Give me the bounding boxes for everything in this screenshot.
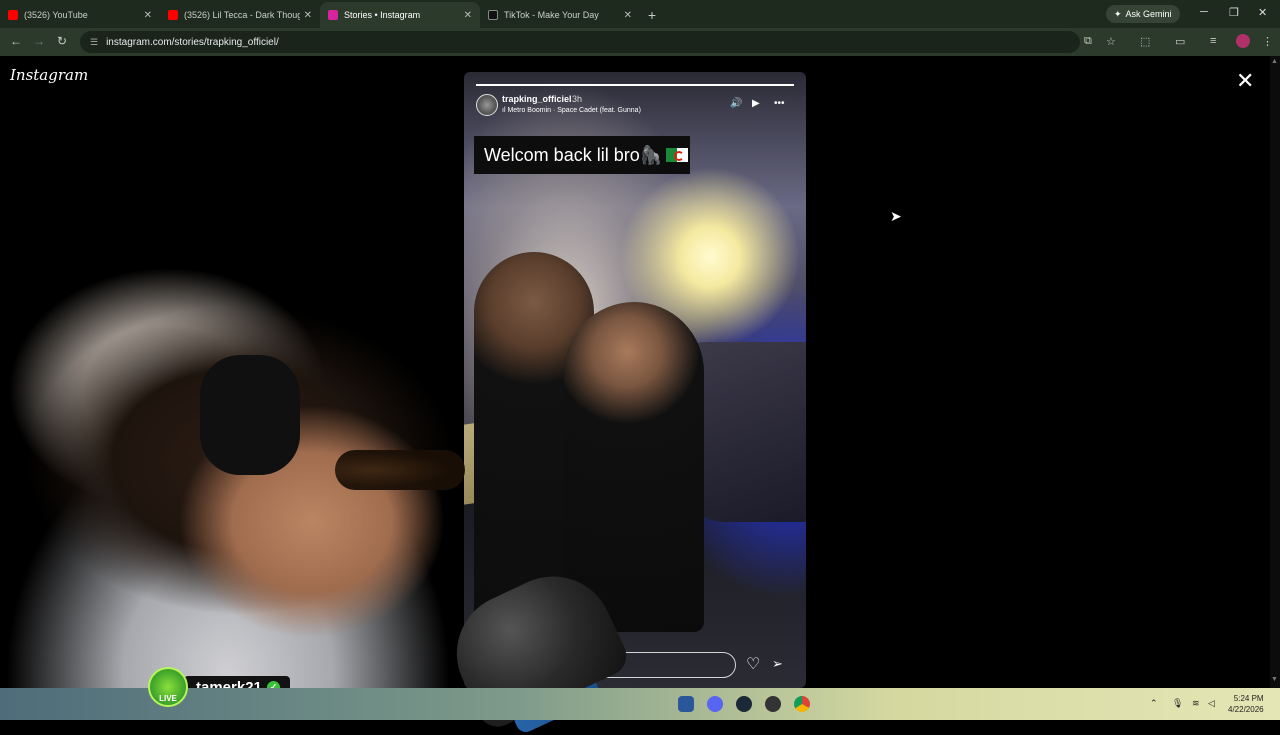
algeria-flag-icon	[666, 148, 689, 162]
browser-toolbar: ← → ↻ ☰ instagram.com/stories/trapking_o…	[0, 28, 1280, 56]
close-tab-icon[interactable]: ✕	[464, 10, 472, 21]
more-options-icon[interactable]: •••	[774, 98, 785, 109]
site-info-icon[interactable]: ☰	[90, 37, 98, 48]
ask-gemini-button[interactable]: ✦ Ask Gemini	[1106, 5, 1180, 23]
volume-icon[interactable]: ◁	[1208, 698, 1215, 709]
like-heart-icon[interactable]: ♡	[746, 654, 760, 674]
cast-icon[interactable]: ▭	[1175, 35, 1185, 48]
taskbar-clock[interactable]: 5:24 PM 4/22/2026	[1228, 693, 1264, 715]
restore-icon[interactable]: ❐	[1229, 6, 1239, 19]
steam-app-icon[interactable]	[736, 696, 752, 712]
story-time: 3h	[572, 94, 583, 104]
tab-lil-tecca[interactable]: (3526) Lil Tecca - Dark Thoughts ✕	[160, 2, 320, 28]
tray-chevron-icon[interactable]: ⌃	[1150, 698, 1158, 709]
install-app-icon[interactable]: ⧉	[1084, 35, 1092, 48]
story-caption-box: Welcom back lil bro🦍	[474, 136, 690, 174]
webcam-headset	[200, 355, 300, 475]
play-icon[interactable]: ▶	[752, 98, 760, 109]
tab-strip: (3526) YouTube ✕ (3526) Lil Tecca - Dark…	[0, 0, 1280, 28]
tab-title: (3526) YouTube	[24, 10, 88, 20]
send-message-icon[interactable]: ➢	[772, 656, 783, 672]
webcam-sunglasses	[335, 450, 465, 490]
tab-tiktok[interactable]: TikTok - Make Your Day ✕	[480, 2, 640, 28]
close-tab-icon[interactable]: ✕	[304, 10, 312, 21]
story-caption-text: Welcom back lil bro🦍	[484, 144, 663, 165]
word-app-icon[interactable]	[678, 696, 694, 712]
gemini-sparkle-icon: ✦	[1114, 8, 1122, 19]
clock-time: 5:24 PM	[1233, 694, 1264, 703]
address-bar[interactable]: ☰ instagram.com/stories/trapking_officie…	[80, 31, 1080, 53]
instagram-icon	[328, 10, 338, 20]
tab-title: TikTok - Make Your Day	[504, 10, 599, 20]
youtube-icon	[8, 10, 18, 20]
live-badge: LIVE	[148, 667, 188, 707]
story-progress-fill	[476, 84, 794, 86]
music-bars-icon: ıl	[502, 107, 506, 114]
minimize-icon[interactable]: ─	[1200, 6, 1208, 18]
story-user-avatar[interactable]	[476, 94, 498, 116]
tray-mic-icon[interactable]: 🎙	[1172, 698, 1183, 709]
url-text: instagram.com/stories/trapking_officiel/	[106, 36, 279, 48]
tab-title: Stories • Instagram	[344, 10, 421, 20]
profile-avatar[interactable]	[1236, 34, 1250, 48]
ask-gemini-label: Ask Gemini	[1125, 9, 1172, 19]
youtube-icon	[168, 10, 178, 20]
obs-app-icon[interactable]	[765, 696, 781, 712]
extensions-icon[interactable]: ⬚	[1140, 35, 1150, 48]
new-tab-button[interactable]: +	[640, 2, 664, 28]
tab-instagram-stories[interactable]: Stories • Instagram ✕	[320, 2, 480, 28]
mouse-cursor-icon: ➤	[890, 208, 902, 224]
mute-icon[interactable]: 🔊	[730, 98, 742, 109]
story-progress-bar	[476, 84, 794, 86]
window-close-icon[interactable]: ✕	[1258, 6, 1267, 19]
story-username[interactable]: trapking_officiel	[502, 94, 572, 104]
close-story-button[interactable]: ✕	[1236, 70, 1254, 92]
windows-taskbar: ⌃ 🎙 ≋ ◁ 5:24 PM 4/22/2026	[0, 688, 1280, 720]
bookmark-star-icon[interactable]: ☆	[1106, 35, 1116, 48]
close-tab-icon[interactable]: ✕	[144, 10, 152, 21]
discord-app-icon[interactable]	[707, 696, 723, 712]
menu-kebab-icon[interactable]: ⋮	[1262, 35, 1273, 48]
tiktok-icon	[488, 10, 498, 20]
chrome-app-icon[interactable]	[794, 696, 810, 712]
tab-youtube[interactable]: (3526) YouTube ✕	[0, 2, 160, 28]
wifi-icon[interactable]: ≋	[1192, 698, 1200, 709]
close-tab-icon[interactable]: ✕	[624, 10, 632, 21]
clock-date: 4/22/2026	[1228, 705, 1264, 714]
story-music-label[interactable]: ıl Metro Boomin · Space Cadet (feat. Gun…	[502, 107, 641, 114]
story-music-title: Metro Boomin · Space Cadet (feat. Gunna)	[507, 107, 641, 114]
media-control-icon[interactable]: ≡	[1210, 35, 1216, 47]
reload-icon[interactable]: ↻	[57, 34, 67, 48]
scroll-down-icon[interactable]: ▼	[1271, 676, 1278, 683]
tab-title: (3526) Lil Tecca - Dark Thoughts	[184, 10, 300, 20]
forward-icon[interactable]: →	[33, 34, 45, 48]
back-icon[interactable]: ←	[10, 34, 22, 48]
scroll-up-icon[interactable]: ▲	[1271, 58, 1278, 65]
instagram-logo[interactable]: Instagram	[10, 66, 88, 84]
page-scrollbar[interactable]: ▲ ▼	[1270, 56, 1280, 688]
